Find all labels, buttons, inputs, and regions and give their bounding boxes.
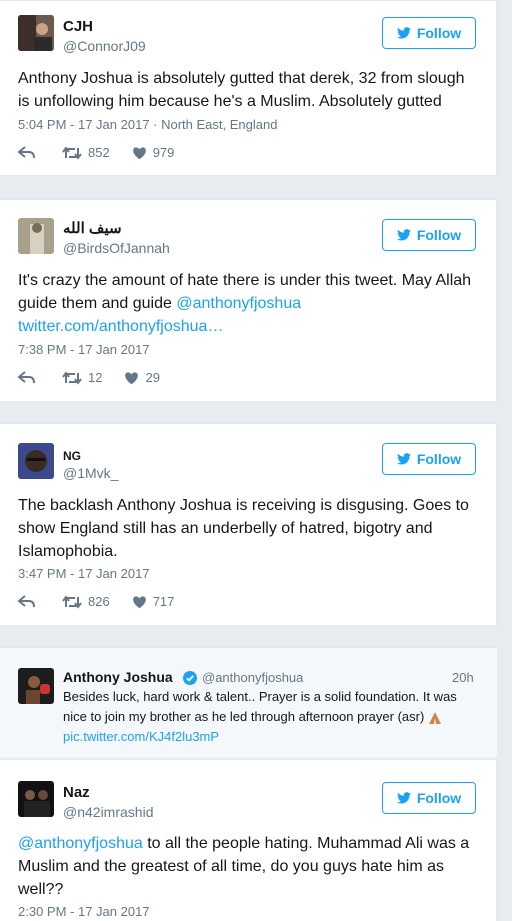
twitter-bird-icon <box>396 453 411 465</box>
user-name[interactable]: Naz <box>63 784 90 801</box>
user-name[interactable]: NG <box>63 449 81 463</box>
follow-button[interactable]: Follow <box>382 17 476 49</box>
tweet-actions: 852 979 <box>18 145 196 160</box>
mention-link[interactable]: @anthonyfjoshua <box>176 295 301 312</box>
retweet-button[interactable]: 826 <box>62 594 110 609</box>
tweet-timestamp[interactable]: 3:47 PM - 17 Jan 2017 <box>18 566 150 581</box>
user-handle[interactable]: @n42imrashid <box>63 804 153 820</box>
pic-link[interactable]: pic.twitter.com/KJ4f2lu3mP <box>63 729 219 744</box>
url-link[interactable]: twitter.com/anthonyfjoshua… <box>18 318 223 335</box>
tweet-text: It's crazy the amount of hate there is u… <box>18 269 478 338</box>
like-count: 979 <box>152 145 175 160</box>
follow-label: Follow <box>416 451 462 467</box>
tweet-card: سيف الله @BirdsOfJannah Follow It's craz… <box>0 199 497 402</box>
retweet-count: 826 <box>88 594 110 609</box>
like-count: 29 <box>145 370 160 385</box>
like-button[interactable]: 29 <box>124 370 160 385</box>
tweet-timestamp[interactable]: 2:30 PM - 17 Jan 2017 <box>18 904 150 919</box>
twitter-bird-icon <box>396 229 411 241</box>
retweet-icon <box>62 594 82 609</box>
tweet-card: CJH @ConnorJ09 Follow Anthony Joshua is … <box>0 0 497 176</box>
retweet-icon <box>62 370 82 385</box>
follow-button[interactable]: Follow <box>382 443 476 475</box>
twitter-bird-icon <box>396 792 411 804</box>
like-button[interactable]: 717 <box>132 594 175 609</box>
tweet-actions: 826 717 <box>18 594 196 609</box>
tweet-timestamp[interactable]: 5:04 PM - 17 Jan 2017 · North East, Engl… <box>18 117 277 132</box>
twitter-bird-icon <box>396 27 411 39</box>
reply-button[interactable] <box>18 594 36 609</box>
tweet-card: Naz @n42imrashid Follow @anthonyfjoshua … <box>0 760 497 921</box>
mention-link[interactable]: @anthonyfjoshua <box>18 835 143 852</box>
retweet-icon <box>62 145 82 160</box>
user-name[interactable]: سيف الله <box>63 219 122 237</box>
tweet-text: @anthonyfjoshua to all the people hating… <box>18 832 478 901</box>
quoted-text: Besides luck, hard work & talent.. Praye… <box>63 687 483 747</box>
follow-label: Follow <box>416 25 462 41</box>
follow-button[interactable]: Follow <box>382 219 476 251</box>
quoted-time: 20h <box>452 670 474 685</box>
avatar[interactable] <box>18 15 54 51</box>
retweet-count: 12 <box>88 370 103 385</box>
reply-icon <box>18 594 35 607</box>
heart-icon <box>132 595 146 608</box>
follow-label: Follow <box>416 227 462 243</box>
avatar[interactable] <box>18 218 54 254</box>
user-name[interactable]: CJH <box>63 18 93 35</box>
quoted-user-name[interactable]: Anthony Joshua <box>63 669 173 685</box>
reply-icon <box>18 145 35 158</box>
retweet-button[interactable]: 852 <box>62 145 110 160</box>
user-handle[interactable]: @1Mvk_ <box>63 465 118 481</box>
follow-button[interactable]: Follow <box>382 782 476 814</box>
quoted-text-body: Besides luck, hard work & talent.. Praye… <box>63 689 457 724</box>
quoted-user-handle[interactable]: @anthonyfjoshua <box>202 670 303 685</box>
folded-hands-icon <box>428 711 441 724</box>
reply-icon <box>18 370 35 383</box>
avatar[interactable] <box>18 443 54 479</box>
tweet-actions: 12 29 <box>18 370 182 385</box>
heart-icon <box>132 146 146 159</box>
like-count: 717 <box>152 594 175 609</box>
reply-button[interactable] <box>18 370 36 385</box>
avatar[interactable] <box>18 781 54 817</box>
tweet-timestamp[interactable]: 7:38 PM - 17 Jan 2017 <box>18 342 150 357</box>
heart-icon <box>125 371 139 384</box>
user-handle[interactable]: @BirdsOfJannah <box>63 240 170 256</box>
verified-icon <box>183 671 197 685</box>
tweet-card: NG @1Mvk_ Follow The backlash Anthony Jo… <box>0 423 497 626</box>
avatar[interactable] <box>18 668 54 704</box>
quoted-tweet[interactable]: Anthony Joshua @anthonyfjoshua 20h Besid… <box>0 647 497 759</box>
retweet-count: 852 <box>88 145 110 160</box>
tweet-text: The backlash Anthony Joshua is receiving… <box>18 497 469 560</box>
follow-label: Follow <box>416 790 462 806</box>
reply-button[interactable] <box>18 145 36 160</box>
user-handle[interactable]: @ConnorJ09 <box>63 38 146 54</box>
tweet-text: Anthony Joshua is absolutely gutted that… <box>18 70 465 110</box>
like-button[interactable]: 979 <box>132 145 175 160</box>
retweet-button[interactable]: 12 <box>62 370 102 385</box>
